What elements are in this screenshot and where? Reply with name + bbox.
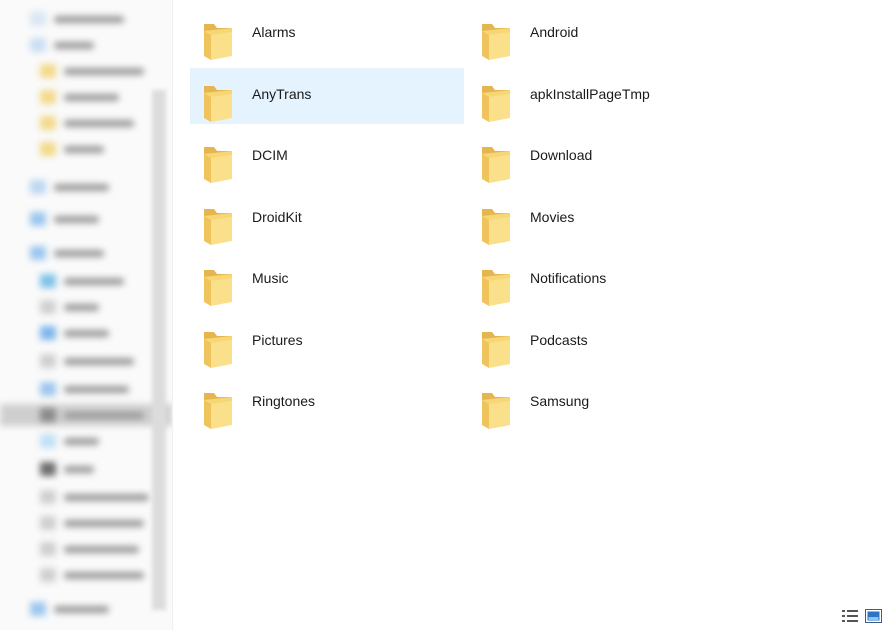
folder-name: Notifications [530, 270, 607, 286]
folder-name: Podcasts [530, 332, 588, 348]
folder-icon [479, 201, 513, 245]
folder-name: DroidKit [252, 209, 302, 225]
navigation-pane-blurred-content [0, 0, 172, 630]
folder-contents: Alarms Android AnyTrans apkInstallPageTm… [173, 0, 890, 600]
large-icons-view-button[interactable] [865, 608, 883, 624]
folder-item[interactable]: Movies [468, 191, 742, 247]
details-view-button[interactable] [841, 608, 859, 624]
folder-icon [201, 16, 235, 60]
folder-item[interactable]: Android [468, 6, 742, 62]
folder-name: Music [252, 270, 289, 286]
navigation-pane-scrollbar[interactable] [152, 90, 166, 610]
details-view-icon [842, 610, 858, 622]
folder-icon [479, 16, 513, 60]
folder-name: Ringtones [252, 393, 316, 409]
folder-item[interactable]: Download [468, 129, 742, 185]
folder-item[interactable]: DroidKit [190, 191, 464, 247]
folder-icon [479, 262, 513, 306]
folder-icon [479, 78, 513, 122]
folder-item[interactable]: Podcasts [468, 314, 742, 370]
folder-name: Pictures [252, 332, 303, 348]
large-icons-view-icon [865, 609, 882, 623]
navigation-pane[interactable] [0, 0, 172, 630]
folder-icon [201, 139, 235, 183]
folder-icon [201, 385, 235, 429]
folder-name: Android [530, 24, 579, 40]
file-explorer-window: Alarms Android AnyTrans apkInstallPageTm… [0, 0, 890, 630]
folder-item[interactable]: Notifications [468, 252, 742, 308]
folder-item[interactable]: Samsung [468, 375, 742, 431]
folder-icon [201, 78, 235, 122]
folder-name: apkInstallPageTmp [530, 86, 650, 102]
folder-name: Samsung [530, 393, 590, 409]
folder-item[interactable]: apkInstallPageTmp [468, 68, 742, 124]
folder-item[interactable]: Ringtones [190, 375, 464, 431]
folder-icon [479, 139, 513, 183]
folder-item[interactable]: Pictures [190, 314, 464, 370]
folder-item[interactable]: Alarms [190, 6, 464, 62]
folder-icon [479, 324, 513, 368]
folder-name: AnyTrans [252, 86, 312, 102]
folder-icon [479, 385, 513, 429]
folder-icon [201, 324, 235, 368]
folder-name: Alarms [252, 24, 296, 40]
folder-icon [201, 262, 235, 306]
folder-item[interactable]: Music [190, 252, 464, 308]
folder-name: Download [530, 147, 593, 163]
folder-name: DCIM [252, 147, 288, 163]
folder-item[interactable]: DCIM [190, 129, 464, 185]
folder-item[interactable]: AnyTrans [190, 68, 464, 124]
folder-icon [201, 201, 235, 245]
folder-name: Movies [530, 209, 575, 225]
